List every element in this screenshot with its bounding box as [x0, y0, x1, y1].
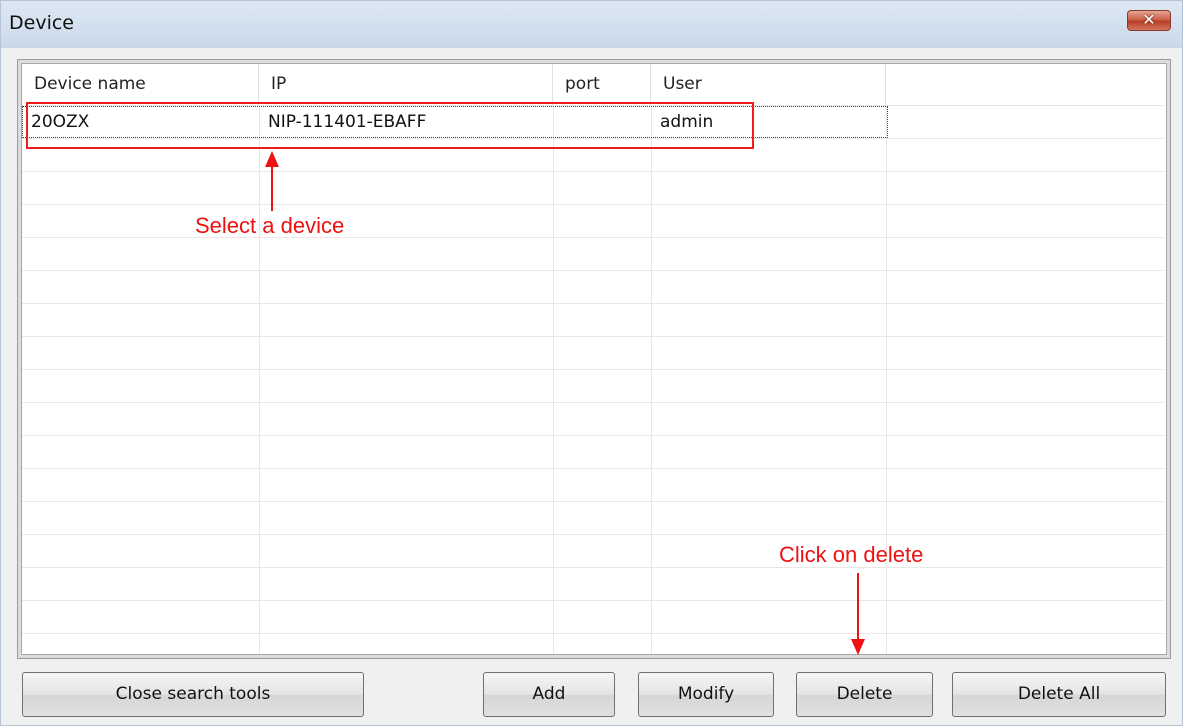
grid-row-line: [22, 171, 1164, 172]
grid-row-line: [22, 336, 1164, 337]
annotation-select-device: Select a device: [195, 213, 345, 238]
column-header-device-name[interactable]: Device name: [22, 64, 259, 105]
device-list[interactable]: Device name IP port User 20OZX NIP-11140…: [21, 63, 1167, 655]
column-header-port[interactable]: port: [553, 64, 651, 105]
arrow-shaft: [857, 573, 859, 641]
grid-row-line: [22, 237, 1164, 238]
column-header-empty: [886, 64, 1164, 105]
delete-button[interactable]: Delete: [796, 672, 933, 717]
grid-row-line: [22, 468, 1164, 469]
modify-button[interactable]: Modify: [638, 672, 774, 717]
device-list-frame: Device name IP port User 20OZX NIP-11140…: [17, 59, 1171, 659]
grid-row-line: [22, 600, 1164, 601]
arrow-down-icon: [851, 639, 865, 655]
selection-highlight-box: [26, 102, 754, 149]
annotation-click-delete: Click on delete: [779, 542, 924, 567]
grid-row-line: [22, 204, 1164, 205]
delete-all-button[interactable]: Delete All: [952, 672, 1166, 717]
arrow-shaft: [271, 165, 273, 211]
grid-row-line: [22, 567, 1164, 568]
column-header-ip[interactable]: IP: [259, 64, 553, 105]
close-search-tools-button[interactable]: Close search tools: [22, 672, 364, 717]
grid-column-line: [553, 105, 554, 654]
title-bar[interactable]: Device ✕: [1, 1, 1182, 48]
grid-column-line: [886, 105, 887, 654]
grid-row-line: [22, 369, 1164, 370]
grid-row-line: [22, 270, 1164, 271]
close-icon: ✕: [1142, 10, 1156, 29]
grid-row-line: [22, 534, 1164, 535]
device-dialog: Device ✕ Device name IP port User 20OZX …: [0, 0, 1183, 726]
close-button[interactable]: ✕: [1127, 10, 1171, 31]
grid-row-line: [22, 303, 1164, 304]
list-header: Device name IP port User: [22, 64, 1164, 106]
grid-row-line: [22, 633, 1164, 634]
grid-row-line: [22, 402, 1164, 403]
grid-row-line: [22, 435, 1164, 436]
grid-column-line: [651, 105, 652, 654]
grid-column-line: [259, 105, 260, 654]
window-title: Device: [9, 12, 74, 34]
column-header-user[interactable]: User: [651, 64, 886, 105]
add-button[interactable]: Add: [483, 672, 615, 717]
grid-row-line: [22, 501, 1164, 502]
